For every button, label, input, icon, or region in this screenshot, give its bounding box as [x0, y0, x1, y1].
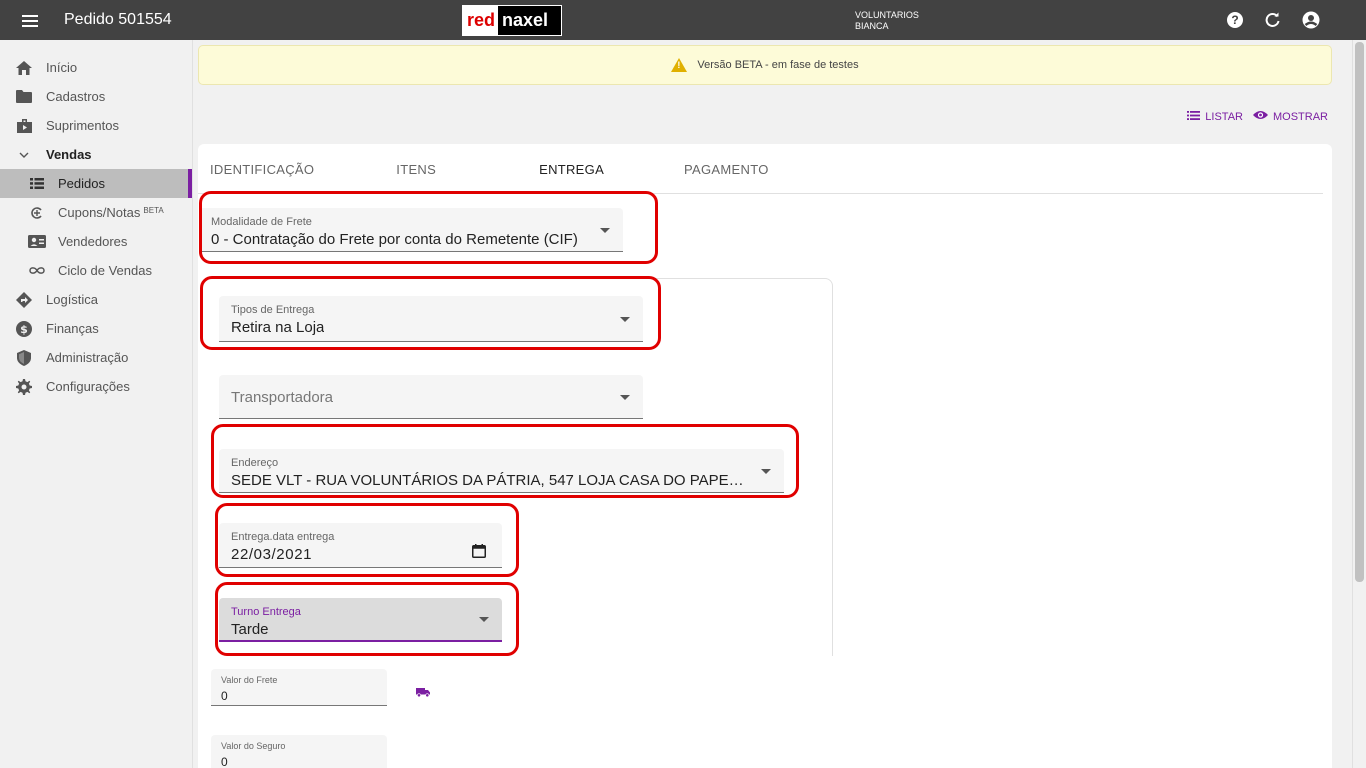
scrollbar-thumb[interactable] [1355, 42, 1364, 582]
sidebar-item-logistica[interactable]: Logística [0, 285, 192, 314]
receipt-icon [28, 204, 46, 222]
sidebar-item-label: Cadastros [46, 89, 106, 104]
user-info: VOLUNTARIOS BIANCA [855, 10, 919, 32]
sidebar-item-vendedores[interactable]: Vendedores [0, 227, 192, 256]
folder-icon [15, 88, 33, 106]
carrier-select[interactable]: Transportadora [219, 375, 643, 419]
delivery-type-label: Tipos de Entrega [231, 304, 315, 316]
dollar-icon: $ [15, 320, 33, 338]
beta-badge: BETA [143, 206, 164, 215]
freight-mode-label: Modalidade de Frete [211, 216, 312, 228]
address-label: Endereço [231, 457, 279, 469]
refresh-icon[interactable] [1264, 11, 1282, 29]
page-scrollbar[interactable] [1352, 40, 1366, 768]
dropdown-arrow-icon [479, 617, 489, 622]
dropdown-arrow-icon [620, 394, 630, 400]
sidebar-item-financas[interactable]: $ Finanças [0, 314, 192, 343]
sidebar-item-label: Logística [46, 292, 99, 307]
sidebar-item-pedidos[interactable]: Pedidos [0, 169, 192, 198]
sidebar-item-label: Administração [46, 350, 129, 365]
tab-entrega[interactable]: ENTREGA [539, 144, 604, 193]
tab-pagamento[interactable]: PAGAMENTO [684, 144, 769, 193]
sidebar-item-cupons-notas[interactable]: Cupons/Notas BETA [0, 198, 192, 227]
company-name: VOLUNTARIOS [855, 10, 919, 20]
logo-white-text: naxel [502, 10, 549, 30]
sidebar-item-label: Pedidos [58, 176, 105, 191]
sidebar-item-ciclo-vendas[interactable]: Ciclo de Vendas [0, 256, 192, 285]
dropdown-arrow-icon [600, 227, 610, 233]
dropdown-arrow-icon [620, 316, 630, 322]
list-icon [1187, 110, 1201, 123]
delivery-shift-select[interactable]: Turno Entrega Tarde [219, 598, 502, 642]
hamburger-menu-icon[interactable] [22, 13, 42, 27]
svg-text:$: $ [20, 323, 28, 336]
top-app-bar: Pedido 501554 red naxel VOLUNTARIOS BIAN… [0, 0, 1366, 40]
page-title: Pedido 501554 [64, 11, 172, 28]
sidebar-item-label: Configurações [46, 379, 130, 394]
chevron-down-icon [15, 146, 33, 164]
sidebar-item-label: Vendas [46, 147, 92, 162]
user-name: BIANCA [855, 21, 889, 31]
show-button-label: MOSTRAR [1273, 110, 1328, 123]
list-icon [28, 175, 46, 193]
delivery-date-label: Entrega.data entrega [231, 531, 335, 543]
delivery-shift-label: Turno Entrega [231, 606, 301, 618]
delivery-date-value: 22/03/2021 [231, 546, 313, 563]
warning-icon [671, 58, 688, 72]
delivery-type-select[interactable]: Tipos de Entrega Retira na Loja [219, 296, 643, 342]
sidebar-item-administracao[interactable]: Administração [0, 343, 192, 372]
view-actions: LISTAR MOSTRAR [1187, 110, 1328, 123]
sidebar-item-label: Ciclo de Vendas [58, 263, 152, 278]
sidebar-item-vendas[interactable]: Vendas [0, 140, 192, 169]
tab-identificacao[interactable]: IDENTIFICAÇÃO [210, 144, 314, 193]
freight-mode-value: 0 - Contratação do Frete por conta do Re… [211, 231, 578, 248]
sidebar: Início Cadastros Suprimentos Vendas Pedi… [0, 40, 193, 768]
delivery-type-value: Retira na Loja [231, 319, 325, 336]
sidebar-item-label: Cupons/Notas [58, 205, 141, 220]
freight-value: 0 [221, 689, 228, 703]
insurance-value-input[interactable]: Valor do Seguro 0 [211, 735, 387, 768]
calendar-icon[interactable] [472, 544, 486, 563]
brand-logo[interactable]: red naxel [462, 5, 562, 36]
truck-icon[interactable] [416, 684, 430, 698]
eye-icon [1253, 110, 1268, 123]
list-button[interactable]: LISTAR [1187, 110, 1243, 123]
sidebar-item-label: Vendedores [58, 234, 128, 249]
logo-red-text: red [463, 6, 499, 35]
address-value: SEDE VLT - RUA VOLUNTÁRIOS DA PÁTRIA, 54… [231, 472, 751, 489]
delivery-date-input[interactable]: Entrega.data entrega 22/03/2021 [219, 523, 502, 568]
contact-card-icon [28, 233, 46, 251]
shield-icon [15, 349, 33, 367]
sidebar-item-inicio[interactable]: Início [0, 53, 192, 82]
help-icon[interactable]: ? [1226, 11, 1244, 29]
sidebar-item-cadastros[interactable]: Cadastros [0, 82, 192, 111]
freight-value-label: Valor do Frete [221, 675, 278, 685]
tab-itens[interactable]: ITENS [396, 144, 436, 193]
infinity-icon [28, 262, 46, 280]
top-icons: ? [1226, 11, 1320, 29]
insurance-value: 0 [221, 755, 228, 768]
beta-banner: Versão BETA - em fase de testes [198, 45, 1332, 85]
beta-banner-text: Versão BETA - em fase de testes [697, 59, 859, 71]
sidebar-item-label: Finanças [46, 321, 99, 336]
carrier-placeholder: Transportadora [231, 389, 333, 406]
insurance-value-label: Valor do Seguro [221, 741, 286, 751]
briefcase-icon [15, 117, 33, 135]
sidebar-item-label: Suprimentos [46, 118, 119, 133]
sidebar-item-configuracoes[interactable]: Configurações [0, 372, 192, 401]
gear-icon [15, 378, 33, 396]
directions-icon [15, 291, 33, 309]
account-icon[interactable] [1302, 11, 1320, 29]
home-icon [15, 59, 33, 77]
dropdown-arrow-icon [761, 468, 771, 474]
freight-value-input[interactable]: Valor do Frete 0 [211, 669, 387, 706]
delivery-shift-value: Tarde [231, 621, 269, 638]
sidebar-item-label: Início [46, 60, 78, 75]
show-button[interactable]: MOSTRAR [1253, 110, 1328, 123]
order-tabs: IDENTIFICAÇÃO ITENS ENTREGA PAGAMENTO [198, 144, 1323, 194]
address-select[interactable]: Endereço SEDE VLT - RUA VOLUNTÁRIOS DA P… [219, 449, 784, 493]
freight-mode-select[interactable]: Modalidade de Frete 0 - Contratação do F… [199, 208, 623, 252]
sidebar-item-suprimentos[interactable]: Suprimentos [0, 111, 192, 140]
list-button-label: LISTAR [1205, 110, 1243, 123]
